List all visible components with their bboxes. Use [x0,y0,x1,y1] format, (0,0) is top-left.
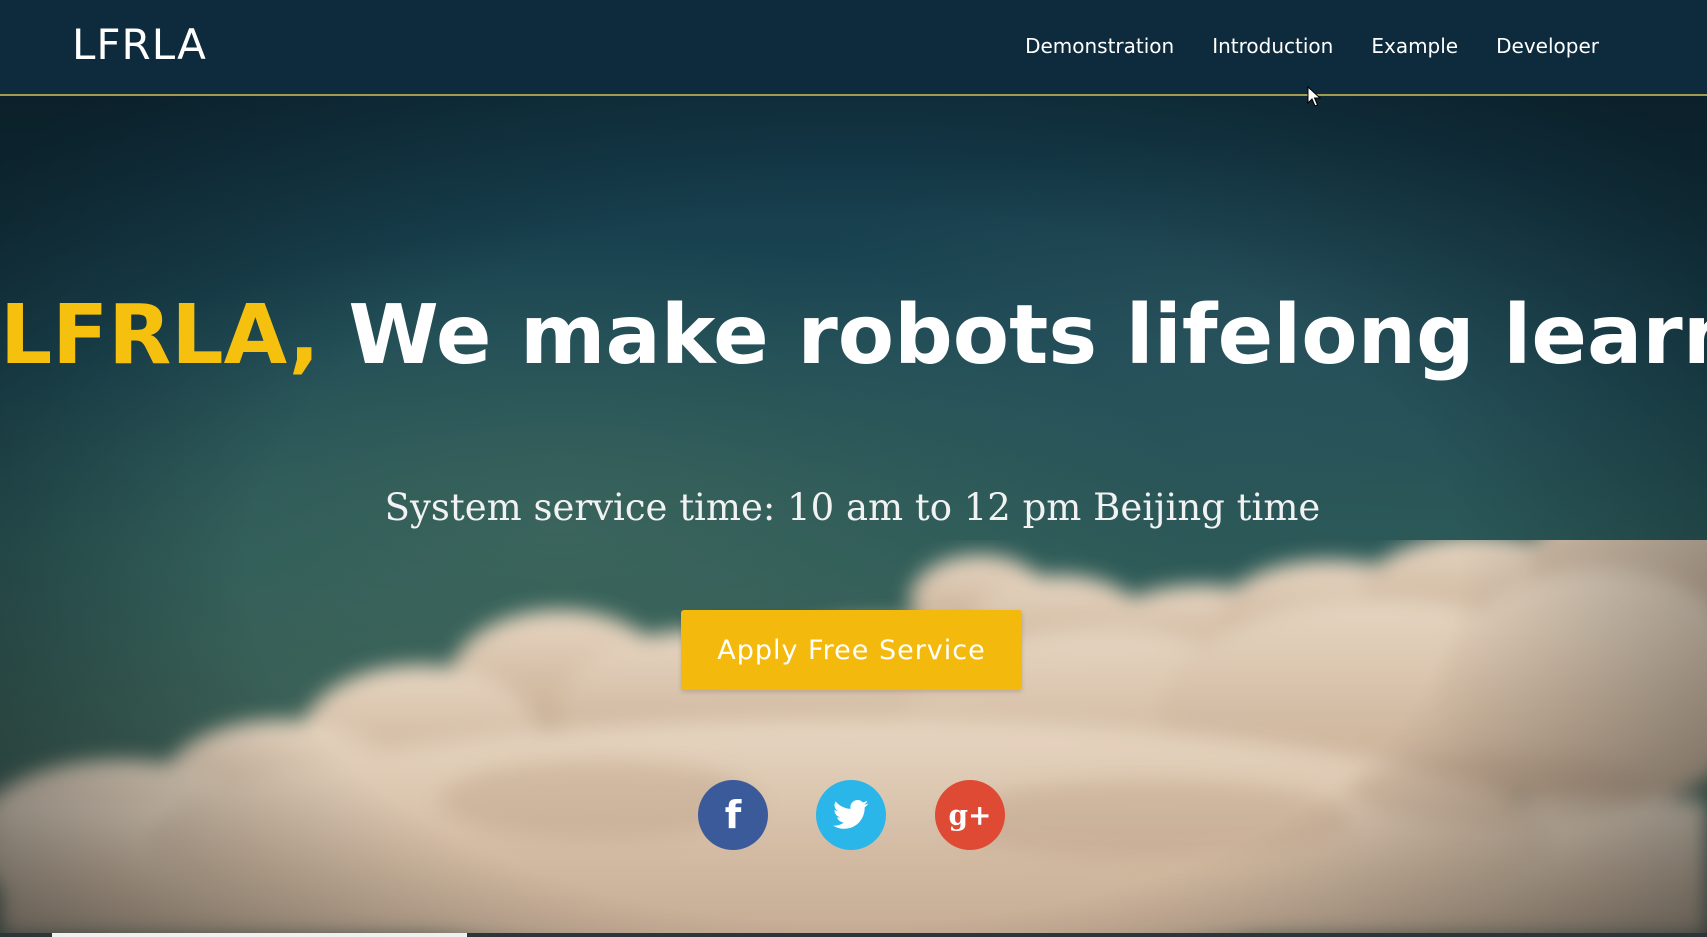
bottom-scrollbar[interactable] [0,933,1707,937]
facebook-icon: f [724,793,742,837]
nav-link-introduction[interactable]: Introduction [1212,34,1333,58]
nav-links: Demonstration Introduction Example Devel… [1025,34,1599,58]
mouse-cursor-icon [1307,86,1321,107]
nav-link-example[interactable]: Example [1371,34,1458,58]
brand-logo[interactable]: LFRLA [72,20,207,69]
nav-link-developer[interactable]: Developer [1496,34,1599,58]
scrollbar-thumb[interactable] [52,933,467,937]
service-time-text: System service time: 10 am to 12 pm Beij… [384,486,1321,529]
google-plus-icon: g+ [948,798,992,832]
facebook-button[interactable]: f [698,780,768,850]
nav-link-demonstration[interactable]: Demonstration [1025,34,1174,58]
google-plus-button[interactable]: g+ [935,780,1005,850]
landing-page: LFRLA Demonstration Introduction Example… [0,0,1707,937]
twitter-button[interactable] [816,780,886,850]
apply-free-service-button[interactable]: Apply Free Service [681,610,1022,690]
twitter-icon [833,800,869,829]
headline-brand: LFRLA, [0,288,320,383]
top-navbar: LFRLA Demonstration Introduction Example… [0,0,1707,96]
hero-headline: LFRLA, We make robots lifelong learn ! [0,288,1707,383]
headline-tagline: We make robots lifelong learn ! [348,288,1707,383]
